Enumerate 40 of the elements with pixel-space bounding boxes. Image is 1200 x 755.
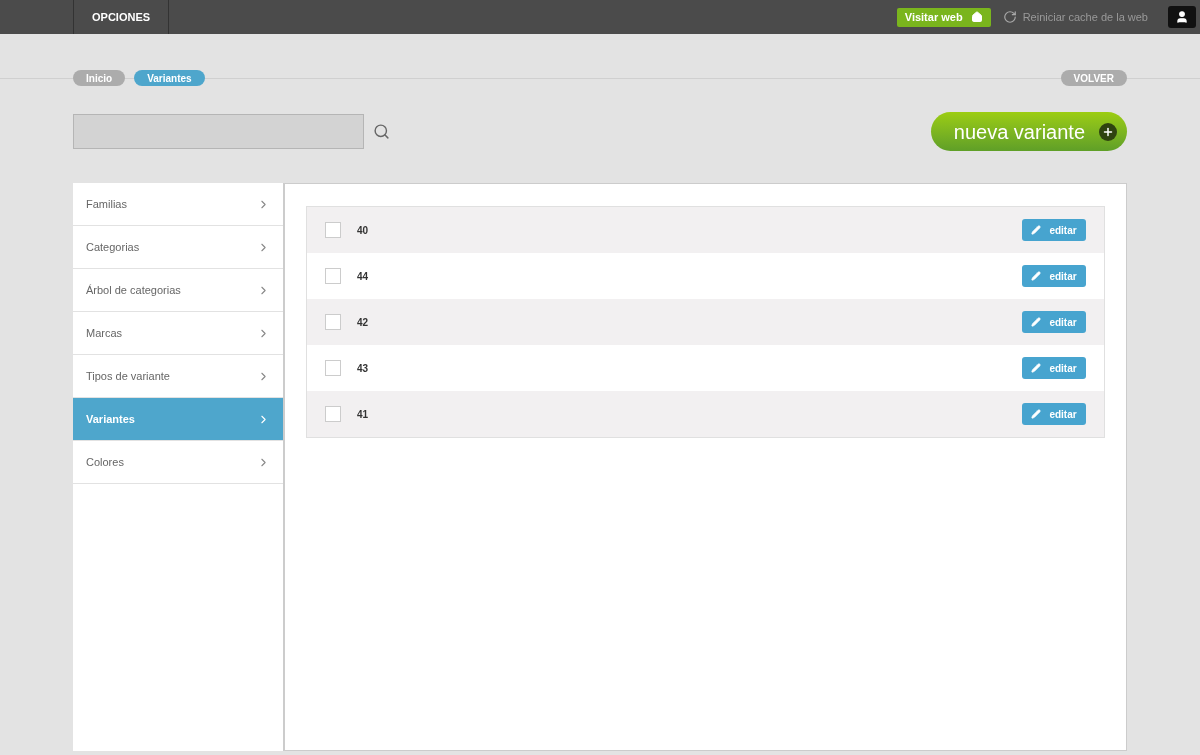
variant-name: 44 bbox=[357, 269, 370, 284]
variant-name: 40 bbox=[357, 223, 370, 238]
variant-name: 42 bbox=[357, 315, 370, 330]
edit-button[interactable]: editar bbox=[1022, 219, 1086, 241]
sidebar-item[interactable]: Variantes bbox=[73, 398, 283, 441]
user-button[interactable] bbox=[1168, 6, 1196, 28]
pencil-icon bbox=[1031, 317, 1042, 327]
checkbox[interactable] bbox=[325, 406, 341, 422]
sidebar-item[interactable]: Árbol de categorias bbox=[73, 269, 283, 312]
reset-cache-link[interactable]: Reiniciar cache de la web bbox=[1022, 8, 1148, 26]
sidebar-item[interactable]: Categorias bbox=[73, 226, 283, 269]
search-field[interactable] bbox=[73, 114, 364, 149]
home-icon bbox=[970, 11, 983, 23]
edit-button[interactable]: editar bbox=[1022, 357, 1086, 379]
checkbox[interactable] bbox=[325, 268, 341, 284]
sidebar-item[interactable]: Colores bbox=[73, 441, 283, 484]
options-menu[interactable]: OPCIONES bbox=[73, 0, 170, 34]
user-icon bbox=[1175, 10, 1189, 24]
search-icon bbox=[373, 123, 390, 140]
breadcrumb-link[interactable]: Variantes bbox=[134, 70, 205, 86]
sidebar-item[interactable]: Familias bbox=[73, 183, 283, 226]
variant-name: 43 bbox=[357, 361, 370, 376]
checkbox[interactable] bbox=[325, 360, 341, 376]
refresh-icon bbox=[1002, 10, 1017, 24]
checkbox[interactable] bbox=[325, 314, 341, 330]
visit-web-button[interactable]: Visitar web bbox=[896, 7, 991, 27]
new-variant-button[interactable]: nueva variante bbox=[931, 112, 1127, 151]
sidebar-item[interactable]: Marcas bbox=[73, 312, 283, 355]
pencil-icon bbox=[1031, 225, 1042, 235]
pencil-icon bbox=[1031, 409, 1042, 419]
plus-icon bbox=[1099, 122, 1117, 141]
edit-button[interactable]: editar bbox=[1022, 311, 1086, 333]
checkbox[interactable] bbox=[325, 222, 341, 238]
pencil-icon bbox=[1031, 363, 1042, 373]
breadcrumb-link[interactable]: Inicio bbox=[73, 70, 126, 86]
pencil-icon bbox=[1031, 271, 1042, 281]
edit-button[interactable]: editar bbox=[1022, 265, 1086, 287]
variant-name: 41 bbox=[357, 407, 370, 422]
back-button[interactable]: VOLVER bbox=[1060, 70, 1127, 86]
edit-button[interactable]: editar bbox=[1022, 403, 1086, 425]
